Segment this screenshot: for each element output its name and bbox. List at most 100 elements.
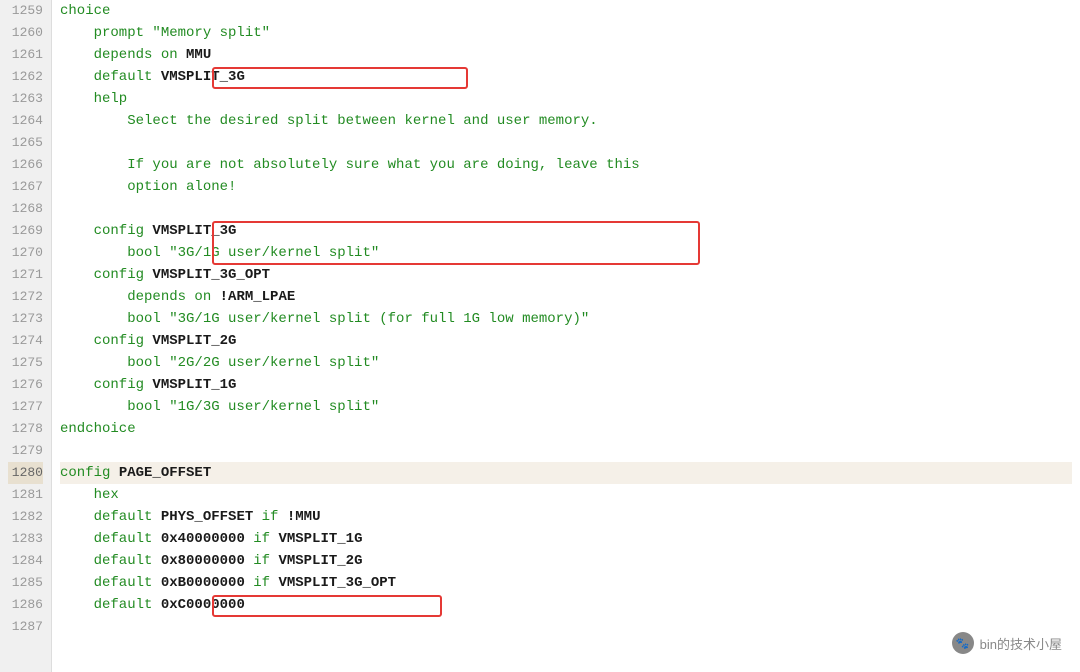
line-number: 1266 (8, 154, 43, 176)
line-number: 1270 (8, 242, 43, 264)
code-line: default PHYS_OFFSET if !MMU (60, 506, 1072, 528)
code-segment: PHYS_OFFSET (161, 509, 253, 525)
code-line: default 0xC0000000 (60, 594, 1072, 616)
code-segment: default (60, 597, 161, 613)
line-number: 1272 (8, 286, 43, 308)
code-segment: VMSPLIT_1G (278, 531, 362, 547)
code-segment: config (60, 267, 152, 283)
line-number: 1269 (8, 220, 43, 242)
line-numbers: 1259126012611262126312641265126612671268… (0, 0, 52, 672)
code-segment: "3G/1G user/kernel split (for full 1G lo… (169, 311, 589, 327)
line-number: 1275 (8, 352, 43, 374)
code-segment: if (245, 531, 279, 547)
code-line: depends on !ARM_LPAE (60, 286, 1072, 308)
line-number: 1260 (8, 22, 43, 44)
code-line (60, 198, 1072, 220)
code-line: default 0xB0000000 if VMSPLIT_3G_OPT (60, 572, 1072, 594)
code-segment: VMSPLIT_1G (152, 377, 236, 393)
code-line: default 0x80000000 if VMSPLIT_2G (60, 550, 1072, 572)
line-number: 1265 (8, 132, 43, 154)
code-segment: VMSPLIT_3G_OPT (278, 575, 396, 591)
code-line: choice (60, 0, 1072, 22)
line-number: 1284 (8, 550, 43, 572)
code-line: config VMSPLIT_3G (60, 220, 1072, 242)
code-segment: endchoice (60, 421, 136, 437)
line-number: 1285 (8, 572, 43, 594)
code-segment: default (60, 509, 161, 525)
code-segment: VMSPLIT_3G_OPT (152, 267, 270, 283)
code-segment: VMSPLIT_2G (278, 553, 362, 569)
line-number: 1277 (8, 396, 43, 418)
code-line: bool "1G/3G user/kernel split" (60, 396, 1072, 418)
line-number: 1280 (8, 462, 43, 484)
line-number: 1286 (8, 594, 43, 616)
code-segment: default (60, 69, 161, 85)
code-segment: "1G/3G user/kernel split" (169, 399, 379, 415)
code-line: endchoice (60, 418, 1072, 440)
code-segment: Select the desired split between kernel … (60, 113, 598, 129)
line-number: 1283 (8, 528, 43, 550)
line-number: 1262 (8, 66, 43, 88)
code-line: depends on MMU (60, 44, 1072, 66)
code-segment: if (245, 553, 279, 569)
code-line: config PAGE_OFFSET (60, 462, 1072, 484)
code-segment: config (60, 377, 152, 393)
code-line: default 0x40000000 if VMSPLIT_1G (60, 528, 1072, 550)
code-line: config VMSPLIT_2G (60, 330, 1072, 352)
line-number: 1282 (8, 506, 43, 528)
code-segment: 0x40000000 (161, 531, 245, 547)
code-segment: VMSPLIT_2G (152, 333, 236, 349)
code-line: bool "3G/1G user/kernel split" (60, 242, 1072, 264)
code-segment: "2G/2G user/kernel split" (169, 355, 379, 371)
code-segment: !MMU (287, 509, 321, 525)
line-number: 1267 (8, 176, 43, 198)
line-number: 1274 (8, 330, 43, 352)
code-segment: VMSPLIT_3G (152, 223, 236, 239)
line-number: 1273 (8, 308, 43, 330)
code-line (60, 132, 1072, 154)
line-number: 1287 (8, 616, 43, 638)
code-segment: bool (60, 355, 169, 371)
code-segment: help (60, 91, 127, 107)
code-line: hex (60, 484, 1072, 506)
code-line: If you are not absolutely sure what you … (60, 154, 1072, 176)
code-area[interactable]: choice prompt "Memory split" depends on … (52, 0, 1080, 672)
code-segment: option alone! (60, 179, 236, 195)
code-segment: config (60, 333, 152, 349)
code-segment: config (60, 223, 152, 239)
line-number: 1261 (8, 44, 43, 66)
code-segment: default (60, 553, 161, 569)
code-line (60, 616, 1072, 638)
line-number: 1276 (8, 374, 43, 396)
code-segment: bool (60, 399, 169, 415)
line-number: 1268 (8, 198, 43, 220)
watermark-icon: 🐾 (952, 632, 974, 654)
code-segment: default (60, 531, 161, 547)
code-line: bool "3G/1G user/kernel split (for full … (60, 308, 1072, 330)
code-segment: 0xB0000000 (161, 575, 245, 591)
code-segment: hex (60, 487, 119, 503)
code-line: default VMSPLIT_3G (60, 66, 1072, 88)
line-number: 1263 (8, 88, 43, 110)
watermark: 🐾 bin的技术小屋 (952, 632, 1062, 654)
code-line: bool "2G/2G user/kernel split" (60, 352, 1072, 374)
code-segment: VMSPLIT_3G (161, 69, 245, 85)
code-segment: if (253, 509, 287, 525)
line-number: 1271 (8, 264, 43, 286)
line-number: 1281 (8, 484, 43, 506)
code-segment: "Memory split" (152, 25, 270, 41)
code-segment: default (60, 575, 161, 591)
code-container: 1259126012611262126312641265126612671268… (0, 0, 1080, 672)
code-line: Select the desired split between kernel … (60, 110, 1072, 132)
line-number: 1264 (8, 110, 43, 132)
code-segment: 0x80000000 (161, 553, 245, 569)
code-line (60, 440, 1072, 462)
code-segment: depends on (60, 289, 220, 305)
code-segment: prompt (60, 25, 152, 41)
code-segment: bool (60, 245, 169, 261)
code-segment: 0xC0000000 (161, 597, 245, 613)
code-segment: depends on (60, 47, 186, 63)
code-line: config VMSPLIT_1G (60, 374, 1072, 396)
code-line: help (60, 88, 1072, 110)
code-segment: PAGE_OFFSET (119, 465, 211, 481)
